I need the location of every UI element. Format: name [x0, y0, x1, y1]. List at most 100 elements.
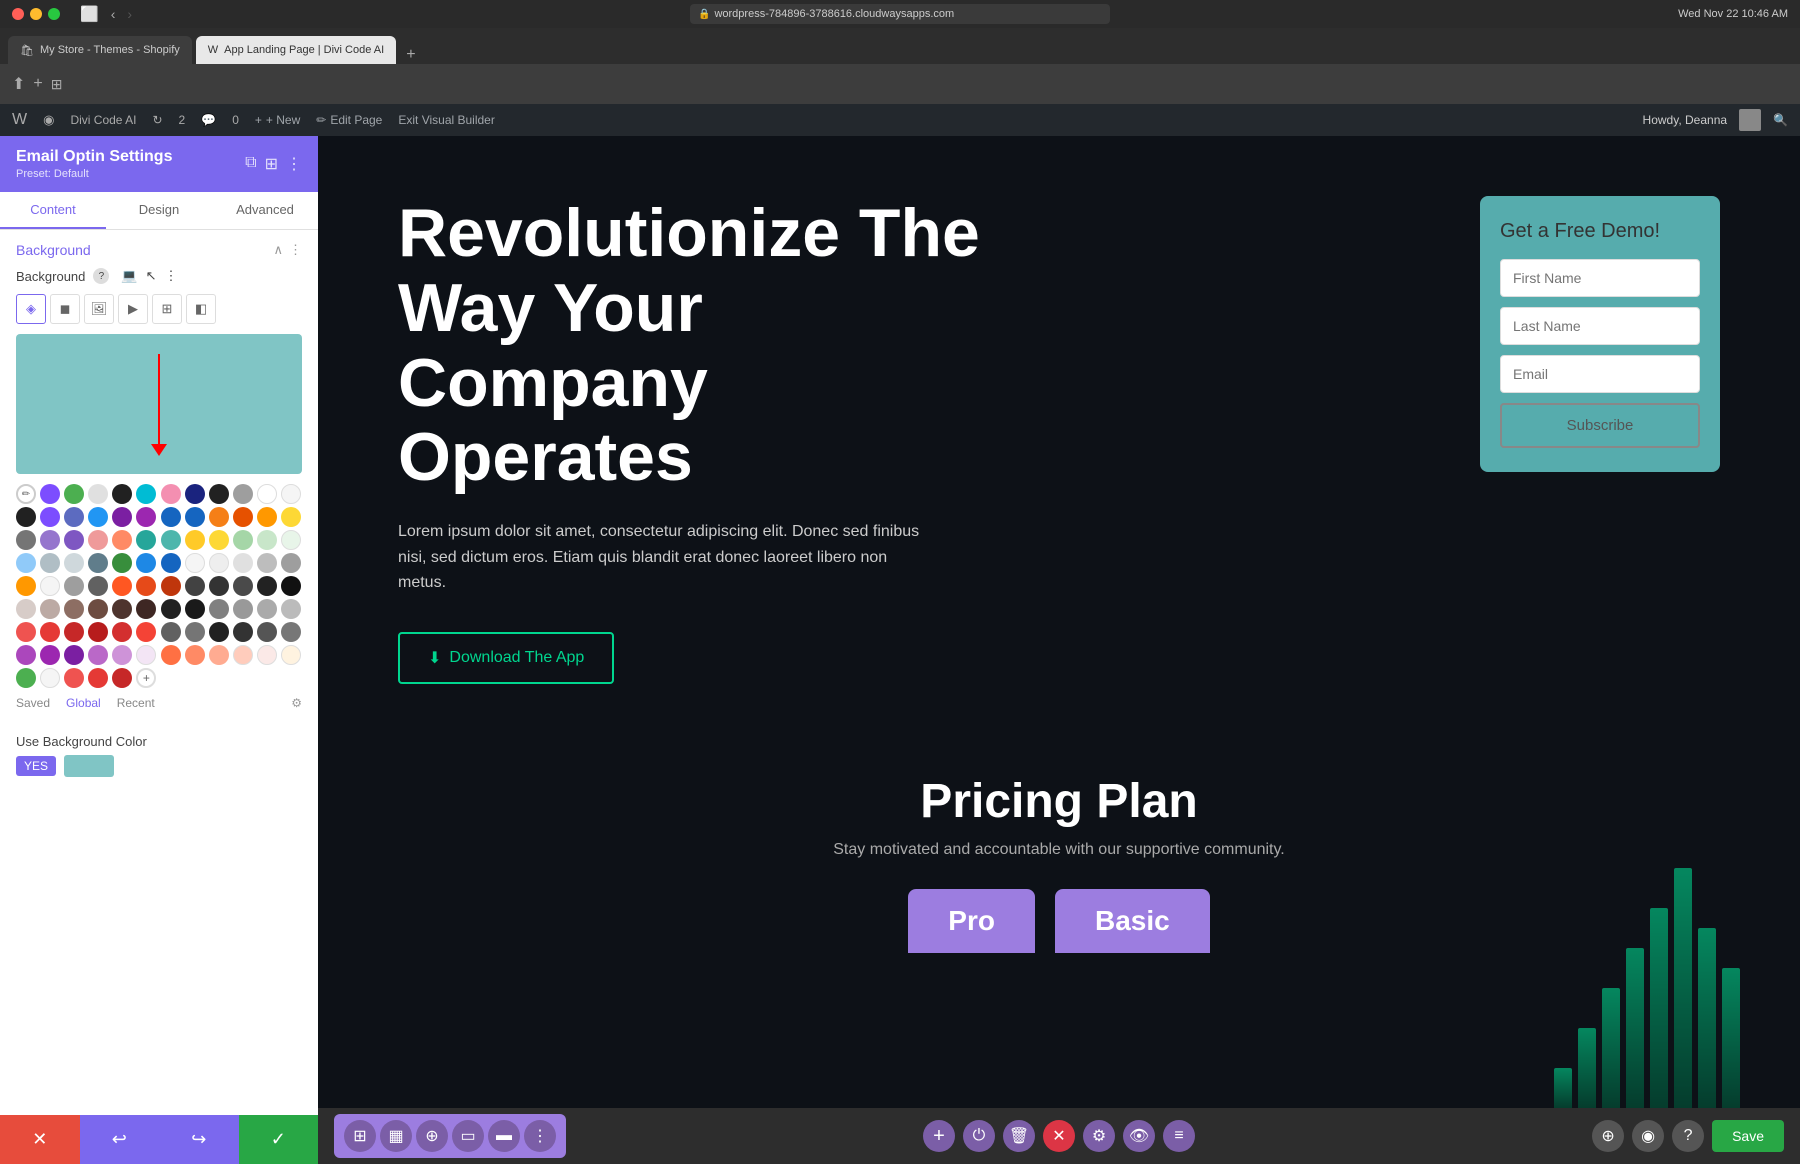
new-page-btn[interactable]: + + New [255, 113, 300, 127]
swatch-i5[interactable] [112, 668, 132, 688]
back-icon[interactable]: ‹ [111, 6, 116, 22]
share-icon[interactable]: ⬆ [12, 74, 25, 94]
swatch-purple[interactable] [40, 484, 60, 504]
swatch-d3[interactable] [64, 553, 84, 573]
swatch-h12[interactable] [281, 645, 301, 665]
toolbar-search-btn[interactable]: ⊕ [416, 1120, 448, 1152]
swatch-white[interactable] [257, 484, 277, 504]
swatch-e1[interactable] [16, 576, 36, 596]
swatch-c7[interactable] [161, 530, 181, 550]
swatch-c12[interactable] [281, 530, 301, 550]
swatch-g11[interactable] [257, 622, 277, 642]
swatch-h2[interactable] [40, 645, 60, 665]
swatch-h10[interactable] [233, 645, 253, 665]
swatch-g10[interactable] [233, 622, 253, 642]
swatch-black1[interactable] [112, 484, 132, 504]
toolbar-close-btn[interactable]: ✕ [1043, 1120, 1075, 1152]
swatch-g2[interactable] [40, 622, 60, 642]
swatch-g12[interactable] [281, 622, 301, 642]
swatch-c1[interactable] [16, 530, 36, 550]
global-label[interactable]: Global [66, 696, 101, 710]
swatch-g1[interactable] [16, 622, 36, 642]
swatch-pink[interactable] [161, 484, 181, 504]
swatch-f10[interactable] [233, 599, 253, 619]
swatch-d9[interactable] [209, 553, 229, 573]
confirm-btn[interactable]: ✓ [239, 1115, 319, 1164]
swatch-h7[interactable] [161, 645, 181, 665]
bg-options-icon[interactable]: ⋮ [164, 268, 177, 284]
swatch-b3[interactable] [64, 507, 84, 527]
swatch-b5[interactable] [112, 507, 132, 527]
bg-device-icon[interactable]: 💻 [121, 268, 137, 284]
swatch-f2[interactable] [40, 599, 60, 619]
last-name-input[interactable] [1500, 307, 1700, 345]
swatch-e9[interactable] [209, 576, 229, 596]
toolbar-power-btn[interactable]: ⏻ [963, 1120, 995, 1152]
tab-advanced[interactable]: Advanced [212, 192, 318, 229]
bg-pattern-btn[interactable]: ⊞ [152, 294, 182, 324]
swatch-e8[interactable] [185, 576, 205, 596]
swatch-f11[interactable] [257, 599, 277, 619]
maximize-window-btn[interactable] [48, 8, 60, 20]
swatch-i3[interactable] [64, 668, 84, 688]
toggle-box[interactable] [64, 755, 114, 777]
panel-columns-icon[interactable]: ⊞ [265, 154, 278, 174]
swatch-d10[interactable] [233, 553, 253, 573]
swatch-g3[interactable] [64, 622, 84, 642]
swatch-i1[interactable] [16, 668, 36, 688]
swatch-d7[interactable] [161, 553, 181, 573]
swatch-i4[interactable] [88, 668, 108, 688]
swatch-e2[interactable] [40, 576, 60, 596]
swatch-h5[interactable] [112, 645, 132, 665]
address-bar[interactable]: 🔒 wordpress-784896-3788616.cloudwaysapps… [690, 4, 1110, 24]
swatch-f4[interactable] [88, 599, 108, 619]
panel-more-icon[interactable]: ⋮ [286, 154, 302, 174]
close-window-btn[interactable] [12, 8, 24, 20]
toolbar-more-btn[interactable]: ⋮ [524, 1120, 556, 1152]
toolbar-display-btn[interactable]: ◉ [1632, 1120, 1664, 1152]
subscribe-btn[interactable]: Subscribe [1500, 403, 1700, 448]
swatch-g7[interactable] [161, 622, 181, 642]
toolbar-layout-btn[interactable]: ▦ [380, 1120, 412, 1152]
swatch-e3[interactable] [64, 576, 84, 596]
bg-image-btn[interactable]: 🖼 [84, 294, 114, 324]
swatch-c2[interactable] [40, 530, 60, 550]
swatch-cyan[interactable] [136, 484, 156, 504]
traffic-lights[interactable] [12, 8, 60, 20]
color-picker-btn[interactable]: ✏ [16, 484, 36, 504]
swatch-b11[interactable] [257, 507, 277, 527]
swatch-g9[interactable] [209, 622, 229, 642]
swatch-f8[interactable] [185, 599, 205, 619]
first-name-input[interactable] [1500, 259, 1700, 297]
swatch-e12[interactable] [281, 576, 301, 596]
toolbar-device-btn[interactable]: ▭ [452, 1120, 484, 1152]
bg-gradient-btn[interactable]: ◈ [16, 294, 46, 324]
toolbar-eye-btn[interactable]: 👁 [1123, 1120, 1155, 1152]
toolbar-add-btn[interactable]: + [923, 1120, 955, 1152]
swatch-g4[interactable] [88, 622, 108, 642]
swatch-f5[interactable] [112, 599, 132, 619]
swatch-h8[interactable] [185, 645, 205, 665]
swatch-b2[interactable] [40, 507, 60, 527]
swatch-b10[interactable] [233, 507, 253, 527]
swatch-d2[interactable] [40, 553, 60, 573]
save-button[interactable]: Save [1712, 1120, 1784, 1152]
toolbar-help-btn[interactable]: ? [1672, 1120, 1704, 1152]
swatch-d4[interactable] [88, 553, 108, 573]
swatch-e10[interactable] [233, 576, 253, 596]
swatch-darkblack[interactable] [209, 484, 229, 504]
new-tab-btn[interactable]: + [406, 46, 415, 64]
swatch-h6[interactable] [136, 645, 156, 665]
swatch-offwhite[interactable] [281, 484, 301, 504]
color-preview-box[interactable] [16, 334, 302, 474]
swatch-g5[interactable] [112, 622, 132, 642]
swatch-h11[interactable] [257, 645, 277, 665]
swatch-c4[interactable] [88, 530, 108, 550]
swatch-d8[interactable] [185, 553, 205, 573]
swatch-c8[interactable] [185, 530, 205, 550]
swatch-b9[interactable] [209, 507, 229, 527]
toolbar-trash-btn[interactable]: 🗑 [1003, 1120, 1035, 1152]
bg-video-btn[interactable]: ▶ [118, 294, 148, 324]
swatch-c11[interactable] [257, 530, 277, 550]
swatch-b12[interactable] [281, 507, 301, 527]
